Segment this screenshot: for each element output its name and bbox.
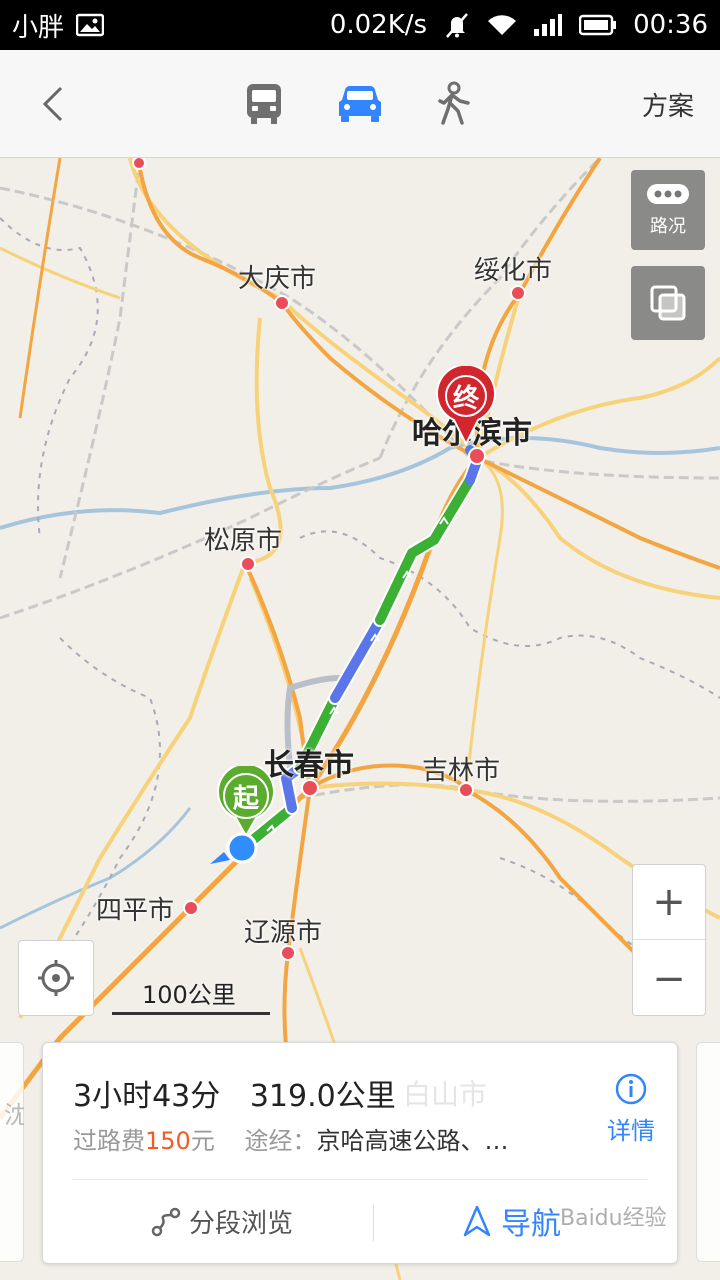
next-route-card[interactable] [696, 1042, 720, 1262]
chevron-left-icon [42, 86, 63, 122]
city-label-changchun: 长春市 [264, 748, 354, 783]
walk-icon [438, 81, 470, 125]
navigate-label: 导航 [501, 1207, 561, 1242]
toll-amount: 150 [145, 1127, 191, 1155]
details-label: 详情 [607, 1117, 655, 1145]
previous-route-card[interactable]: 沈阳市 [0, 1042, 24, 1262]
via-label: 途经： [244, 1127, 317, 1155]
navigation-arrow-icon [463, 1205, 491, 1237]
carrier-name: 小胖 [12, 12, 65, 43]
end-marker-label: 终 [452, 384, 479, 414]
current-location-dot [210, 828, 260, 868]
button-separator [373, 1205, 374, 1241]
car-icon [339, 86, 381, 122]
end-marker[interactable]: 终 [436, 363, 496, 447]
layers-icon [650, 285, 686, 321]
city-label-liaoyuan: 辽源市 [244, 918, 323, 948]
scale-label: 100公里 [142, 981, 236, 1009]
city-label-baishan: 白山市 [403, 1078, 488, 1111]
car-mode-button[interactable] [332, 78, 388, 130]
city-label-jilin: 吉林市 [422, 756, 501, 786]
via-roads: 京哈高速公路、… [316, 1127, 509, 1155]
scale-bar [112, 1012, 270, 1015]
route-detail: 过路费150元 途经：京哈高速公路、… [73, 1121, 508, 1156]
city-label-suihua: 绥化市 [474, 256, 553, 286]
segment-browse-label: 分段浏览 [189, 1209, 294, 1239]
route-distance: 319.0公里 [249, 1079, 396, 1114]
navigate-button[interactable]: 导航 [463, 1199, 561, 1243]
image-icon [76, 13, 105, 37]
zoom-controls: + − [632, 864, 706, 1016]
toll-label: 过路费 [73, 1127, 145, 1155]
traffic-label: 路况 [650, 216, 686, 237]
signal-icon [533, 13, 563, 37]
bus-mode-button[interactable] [236, 78, 292, 130]
status-bar: 小胖 0.02K/s 00:36 [0, 0, 720, 50]
locate-button[interactable] [18, 940, 94, 1016]
plan-button[interactable]: 方案 [642, 86, 694, 123]
battery-icon [579, 14, 617, 36]
route-duration: 3小时43分 [73, 1079, 221, 1114]
back-button[interactable] [28, 78, 80, 130]
traffic-toggle-button[interactable]: 路况 [631, 170, 705, 250]
start-marker-label: 起 [232, 784, 259, 814]
city-label-songyuan: 松原市 [204, 526, 283, 556]
layers-button[interactable] [631, 266, 705, 340]
mute-icon [443, 11, 471, 39]
zoom-out-button[interactable]: − [633, 941, 705, 1016]
watermark: Baidu经验 [560, 1206, 667, 1231]
traffic-icon [647, 184, 689, 204]
info-icon [615, 1073, 647, 1105]
toll-unit: 元 [190, 1127, 215, 1155]
map-scale: 100公里 [112, 973, 270, 1015]
route-summary: 3小时43分 319.0公里 [73, 1071, 396, 1115]
network-speed: 0.02K/s [329, 10, 428, 40]
segment-browse-button[interactable]: 分段浏览 [151, 1203, 293, 1240]
bus-icon [247, 84, 281, 124]
route-segments-icon [151, 1207, 181, 1236]
city-label-shenyang: 沈阳市 [4, 1101, 24, 1129]
wifi-icon [487, 13, 517, 37]
route-mode-bar: 方案 [0, 50, 720, 158]
card-divider [73, 1179, 647, 1180]
zoom-in-button[interactable]: + [633, 865, 705, 940]
clock: 00:36 [633, 10, 708, 40]
walk-mode-button[interactable] [428, 78, 484, 130]
city-label-daqing: 大庆市 [238, 264, 317, 294]
details-button[interactable]: 详情 [599, 1073, 663, 1153]
crosshair-icon [38, 960, 74, 996]
city-label-siping: 四平市 [96, 896, 175, 926]
